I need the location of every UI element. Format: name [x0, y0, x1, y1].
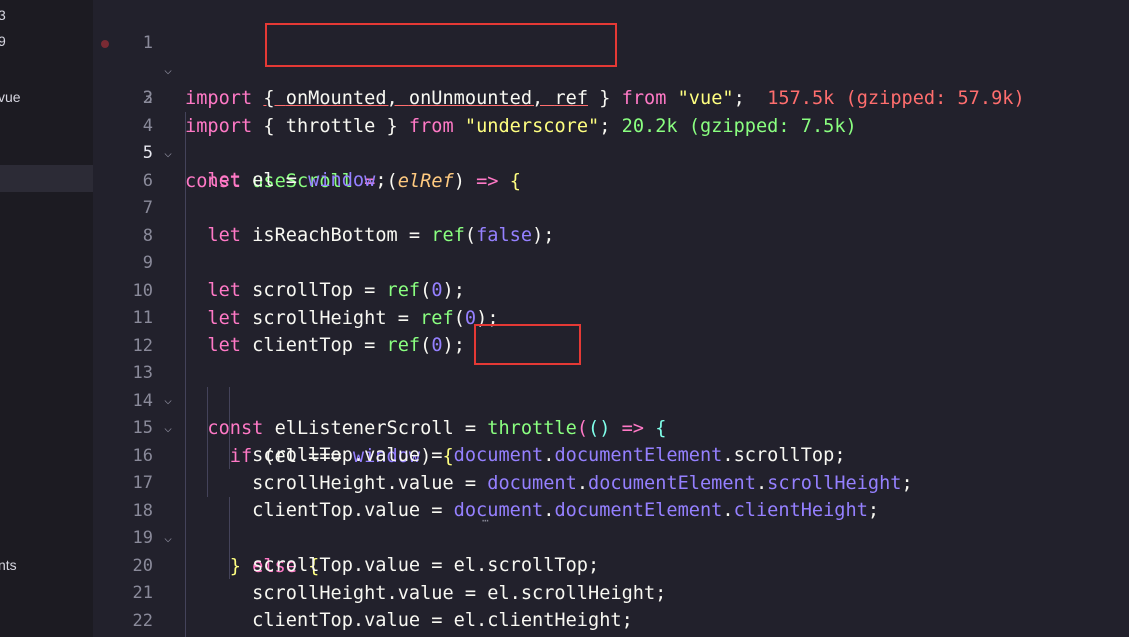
quick-fix-dots-icon[interactable]: ⋯	[482, 514, 489, 527]
code-line-9[interactable]: 9 let scrollTop = ref(0);	[93, 222, 1129, 302]
code-line-12[interactable]: 12	[93, 305, 1129, 356]
code-line-19[interactable]: 19 scrollTop.value = el.scrollTop;	[93, 497, 1129, 577]
code-line-4[interactable]: 4 ⌵ const useScroll = (elRef) => {	[93, 85, 1129, 192]
code-line-15[interactable]: 15 scrollTop.value = document.documentEl…	[93, 387, 1129, 467]
code-line-3[interactable]: 3	[93, 57, 1129, 108]
code-line-13[interactable]: 13 ⌵ const elListenerScroll = throttle((…	[93, 332, 1129, 439]
code-line-21[interactable]: 21 clientTop.value = el.clientHeight;	[93, 552, 1129, 632]
code-line-20[interactable]: 20 scrollHeight.value = el.scrollHeight;	[93, 525, 1129, 605]
code-line-22[interactable]: 22 }	[93, 580, 1129, 631]
code-line-1[interactable]: 1 ⌵ import { onMounted, onUnmounted, ref…	[93, 2, 1129, 109]
sidebar-item[interactable]: nts	[0, 552, 93, 579]
code-editor[interactable]: 1 ⌵ import { onMounted, onUnmounted, ref…	[93, 0, 1129, 637]
code-line-16[interactable]: 16 scrollHeight.value = document.documen…	[93, 415, 1129, 495]
code-line-8[interactable]: 8	[93, 195, 1129, 246]
code-line-6[interactable]: 6	[93, 140, 1129, 191]
sidebar-item-active[interactable]	[0, 165, 93, 192]
breakpoint-icon[interactable]	[101, 40, 109, 48]
sidebar-item[interactable]: 9	[0, 28, 93, 55]
code-line-11[interactable]: 11 let clientTop = ref(0);	[93, 277, 1129, 357]
sidebar-item[interactable]: 3	[0, 2, 93, 29]
code-line-2[interactable]: 2 import { throttle } from "underscore";…	[93, 30, 1129, 137]
code-line-18[interactable]: 18 ⌵ } else {	[93, 470, 1129, 577]
code-line-17[interactable]: 17 clientTop.value = document.documentEl…	[93, 442, 1129, 522]
sidebar-item[interactable]: vue	[0, 84, 93, 111]
code-line-7[interactable]: 7 let isReachBottom = ref(false);	[93, 167, 1129, 247]
code-line-5[interactable]: 5 let el = window;	[93, 112, 1129, 192]
code-line-10[interactable]: 10 let scrollHeight = ref(0);	[93, 250, 1129, 330]
file-explorer-sidebar: 3 9 vue nts	[0, 0, 93, 637]
code-line-14[interactable]: 14 ⌵ if (el === window) {	[93, 360, 1129, 467]
code-line-23[interactable]: 23	[93, 607, 1129, 635]
